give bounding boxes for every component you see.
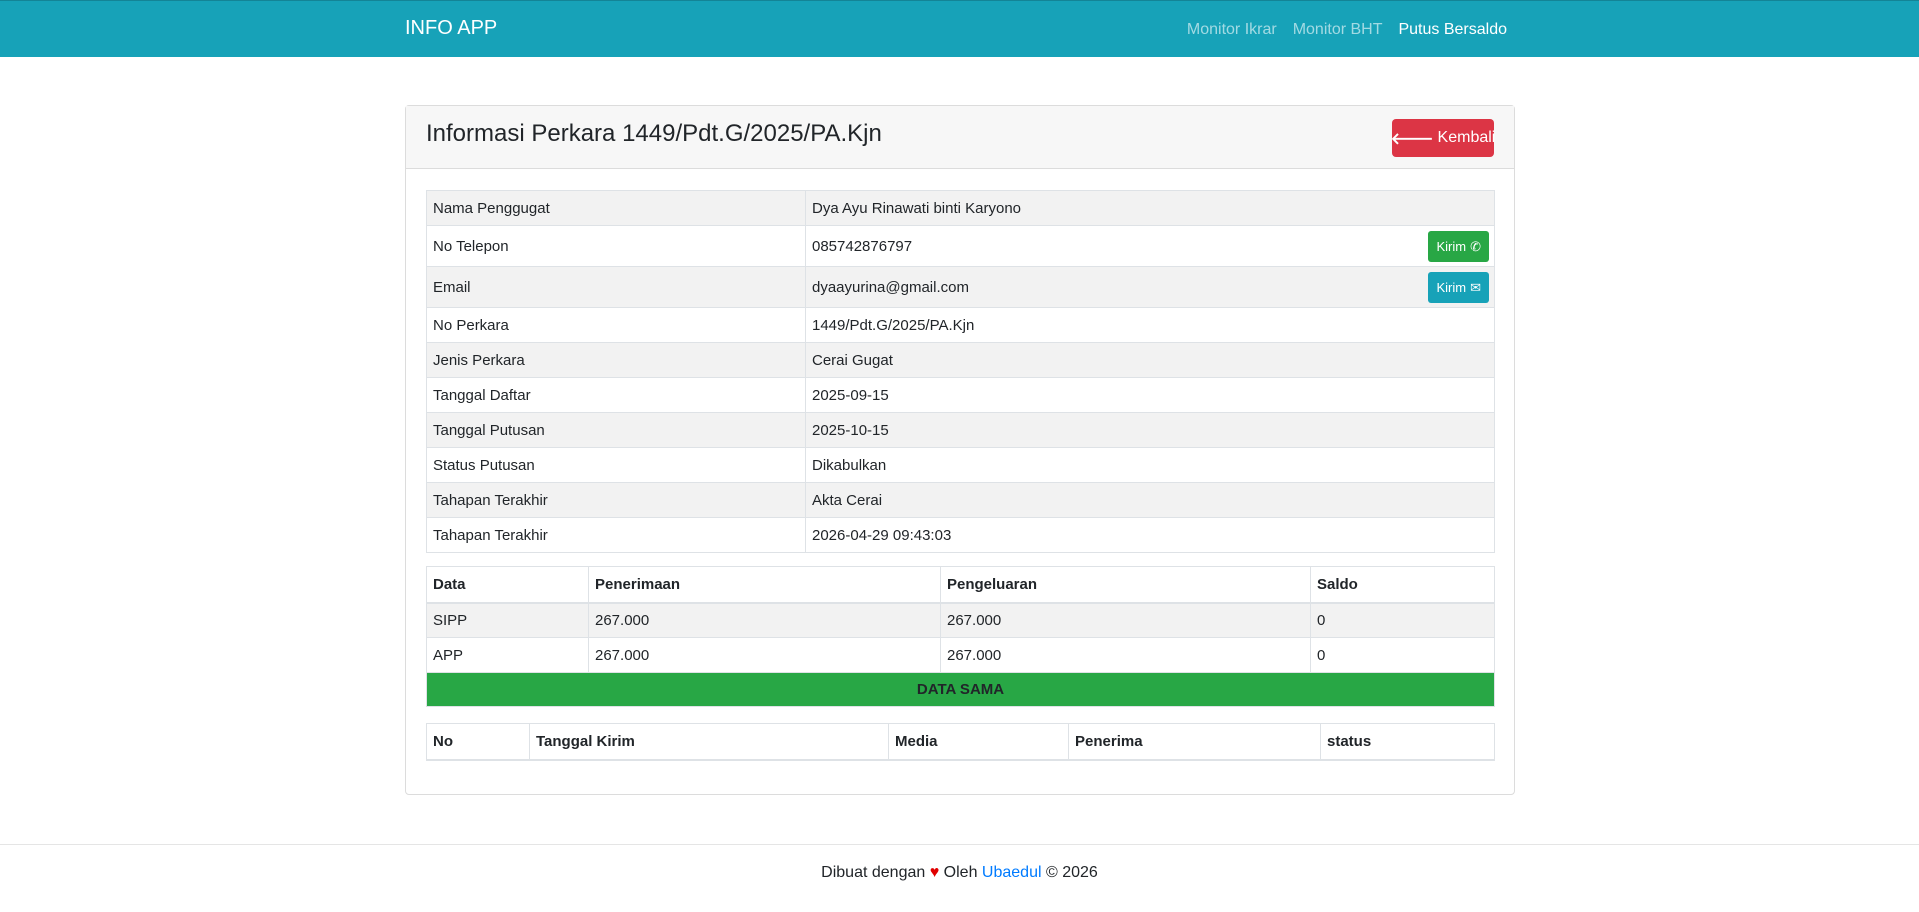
info-value: 2026-04-29 09:43:03 (805, 517, 1495, 553)
case-info-table: Nama Penggugat Dya Ayu Rinawati binti Ka… (426, 190, 1495, 553)
table-cell: 267.000 (940, 602, 1311, 638)
info-label: Tanggal Daftar (426, 377, 806, 413)
column-header: Data (426, 566, 589, 604)
back-button[interactable]: 🡐 Kembali (1390, 119, 1496, 157)
nav-link-putus-bersaldo[interactable]: Putus Bersaldo (1398, 21, 1507, 39)
table-cell: 0 (1310, 637, 1495, 673)
footer-by: Oleh (943, 864, 978, 881)
table-cell: 0 (1310, 602, 1495, 638)
table-row: Status Putusan Dikabulkan (426, 447, 1495, 483)
info-value: 1449/Pdt.G/2025/PA.Kjn (805, 307, 1495, 343)
info-label: Email (426, 266, 806, 308)
whatsapp-icon: ✆ (1470, 238, 1481, 254)
info-label: No Telepon (426, 225, 806, 267)
author-link[interactable]: Ubaedul (982, 864, 1042, 881)
table-row: SIPP 267.000 267.000 0 (426, 602, 1495, 638)
info-label: Tanggal Putusan (426, 412, 806, 448)
table-row: Tanggal Putusan 2025-10-15 (426, 412, 1495, 448)
info-label: No Perkara (426, 307, 806, 343)
info-value-cell: dyaayurina@gmail.com Kirim ✉ (805, 266, 1495, 308)
table-cell: APP (426, 637, 589, 673)
info-label: Status Putusan (426, 447, 806, 483)
table-header-row: Data Penerimaan Pengeluaran Saldo (426, 566, 1495, 604)
case-info-card: Informasi Perkara 1449/Pdt.G/2025/PA.Kjn… (405, 105, 1515, 795)
table-row: Tahapan Terakhir Akta Cerai (426, 482, 1495, 518)
info-value: 2025-10-15 (805, 412, 1495, 448)
table-header-row: No Tanggal Kirim Media Penerima status (426, 723, 1495, 761)
heart-icon: ♥ (929, 864, 940, 881)
envelope-icon: ✉ (1470, 279, 1481, 295)
info-value: dyaayurina@gmail.com (812, 278, 969, 296)
info-label: Tahapan Terakhir (426, 482, 806, 518)
send-whatsapp-button[interactable]: Kirim ✆ (1428, 231, 1489, 262)
column-header: Tanggal Kirim (529, 723, 889, 761)
send-log-table: No Tanggal Kirim Media Penerima status (426, 723, 1495, 761)
brand-link[interactable]: INFO APP (405, 17, 497, 40)
table-row: Email dyaayurina@gmail.com Kirim ✉ (426, 266, 1495, 308)
table-row: No Perkara 1449/Pdt.G/2025/PA.Kjn (426, 307, 1495, 343)
send-button-label: Kirim (1436, 239, 1467, 254)
info-value: 2025-09-15 (805, 377, 1495, 413)
info-value: 085742876797 (812, 237, 913, 255)
table-row: Nama Penggugat Dya Ayu Rinawati binti Ka… (426, 190, 1495, 226)
column-header: Penerima (1068, 723, 1321, 761)
column-header: status (1320, 723, 1495, 761)
info-label: Nama Penggugat (426, 190, 806, 226)
table-cell: 267.000 (940, 637, 1311, 673)
info-label: Tahapan Terakhir (426, 517, 806, 553)
footer-copyright: © 2026 (1045, 864, 1098, 881)
table-cell: 267.000 (588, 637, 941, 673)
table-row: Tahapan Terakhir 2026-04-29 09:43:03 (426, 517, 1495, 553)
column-header: Saldo (1310, 566, 1495, 604)
back-button-label: Kembali (1437, 129, 1496, 146)
send-email-button[interactable]: Kirim ✉ (1428, 272, 1489, 303)
table-row: Tanggal Daftar 2025-09-15 (426, 377, 1495, 413)
table-cell: 267.000 (588, 602, 941, 638)
info-value: Cerai Gugat (805, 342, 1495, 378)
nav-links: Monitor Ikrar Monitor BHT Putus Bersaldo (1187, 21, 1507, 39)
column-header: Penerimaan (588, 566, 941, 604)
navbar: INFO APP Monitor Ikrar Monitor BHT Putus… (0, 0, 1919, 57)
footer: Dibuat dengan ♥ Oleh Ubaedul © 2026 (0, 844, 1919, 912)
page-title: Informasi Perkara 1449/Pdt.G/2025/PA.Kjn (426, 120, 882, 147)
table-row: No Telepon 085742876797 Kirim ✆ (426, 225, 1495, 267)
info-value: Akta Cerai (805, 482, 1495, 518)
balance-table: Data Penerimaan Pengeluaran Saldo SIPP 2… (426, 566, 1495, 707)
footer-prefix: Dibuat dengan (821, 864, 926, 881)
arrow-left-icon: 🡐 (1390, 130, 1434, 148)
table-row: Jenis Perkara Cerai Gugat (426, 342, 1495, 378)
column-header: Media (888, 723, 1069, 761)
info-label: Jenis Perkara (426, 342, 806, 378)
info-value: Dya Ayu Rinawati binti Karyono (805, 190, 1495, 226)
info-value-cell: 085742876797 Kirim ✆ (805, 225, 1495, 267)
status-badge: DATA SAMA (426, 672, 1495, 707)
card-header: Informasi Perkara 1449/Pdt.G/2025/PA.Kjn… (406, 106, 1514, 169)
info-value: Dikabulkan (805, 447, 1495, 483)
table-cell: SIPP (426, 602, 589, 638)
nav-link-monitor-bht[interactable]: Monitor BHT (1293, 21, 1383, 39)
nav-link-monitor-ikrar[interactable]: Monitor Ikrar (1187, 21, 1277, 39)
column-header: No (426, 723, 530, 761)
table-row: APP 267.000 267.000 0 (426, 637, 1495, 673)
column-header: Pengeluaran (940, 566, 1311, 604)
status-row: DATA SAMA (426, 672, 1495, 707)
send-button-label: Kirim (1436, 280, 1467, 295)
